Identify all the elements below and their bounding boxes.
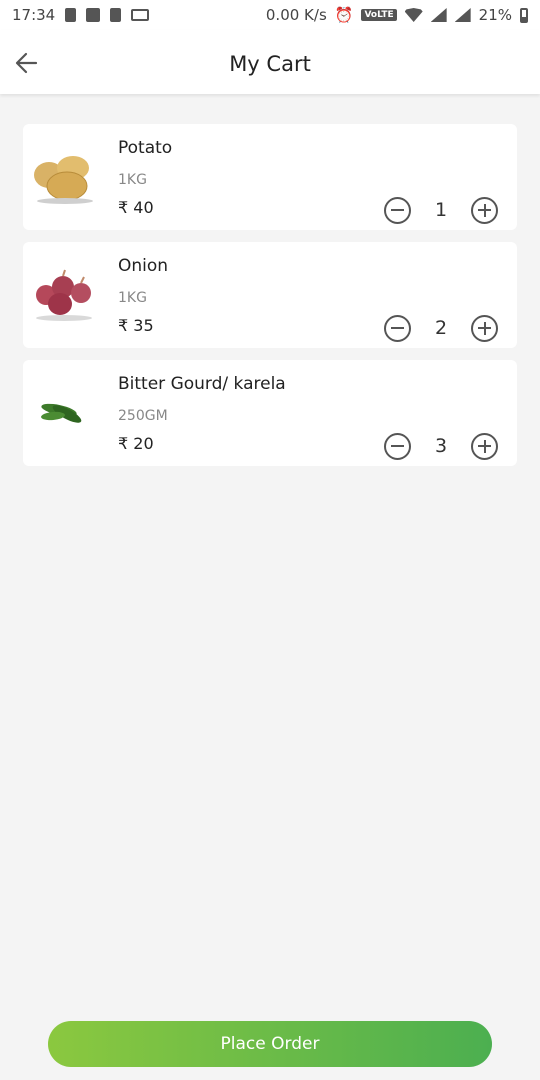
status-bar: 17:34 0.00 K/s ⏰ VoLTE 21% [0, 0, 540, 30]
decrease-button[interactable] [384, 432, 411, 460]
item-price: ₹ 35 [118, 316, 154, 335]
sim-icon [110, 8, 122, 22]
potato-image [34, 156, 93, 204]
laptop-icon [131, 9, 150, 21]
quantity-stepper: 1 [384, 196, 498, 224]
minus-icon [391, 445, 404, 447]
cart-item: Potato 1KG ₹ 40 1 [23, 124, 517, 230]
item-name: Potato [118, 138, 173, 158]
cart-item: Bitter Gourd/ karela 250GM ₹ 20 3 [23, 360, 517, 466]
cart-list: Potato 1KG ₹ 40 1 Onion 1KG ₹ 35 2 Bitte… [23, 124, 517, 478]
wifi-icon [404, 8, 423, 22]
battery-percent: 21% [478, 6, 512, 24]
network-speed: 0.00 K/s [265, 6, 327, 24]
item-price: ₹ 20 [118, 434, 154, 453]
bitter-gourd-image [41, 403, 82, 423]
quantity-value: 3 [434, 435, 448, 457]
minus-icon [391, 209, 404, 211]
decrease-button[interactable] [384, 196, 411, 224]
battery-icon [520, 7, 528, 23]
alarm-icon: ⏰ [334, 6, 354, 24]
quantity-stepper: 2 [384, 314, 498, 342]
image-icon [86, 8, 101, 22]
quantity-value: 2 [434, 317, 448, 339]
minus-icon [391, 327, 404, 329]
quantity-stepper: 3 [384, 432, 498, 460]
volte-icon: VoLTE [361, 9, 397, 21]
increase-button[interactable] [471, 314, 498, 342]
item-price: ₹ 40 [118, 198, 154, 217]
onion-image [36, 269, 92, 321]
item-name: Onion [118, 256, 169, 276]
page-title: My Cart [229, 52, 311, 76]
place-order-button[interactable]: Place Order [48, 1021, 492, 1067]
app-bar: My Cart [0, 30, 540, 94]
increase-button[interactable] [471, 196, 498, 224]
increase-button[interactable] [471, 432, 498, 460]
decrease-button[interactable] [384, 314, 411, 342]
status-time: 17:34 [12, 6, 56, 24]
item-name: Bitter Gourd/ karela [118, 374, 286, 394]
item-unit: 1KG [118, 290, 147, 306]
quantity-value: 1 [434, 199, 448, 221]
item-unit: 1KG [118, 172, 147, 188]
item-unit: 250GM [118, 408, 168, 424]
battery-saver-icon [65, 8, 77, 22]
signal-icon [430, 8, 447, 22]
signal-icon [454, 8, 471, 22]
cart-item: Onion 1KG ₹ 35 2 [23, 242, 517, 348]
